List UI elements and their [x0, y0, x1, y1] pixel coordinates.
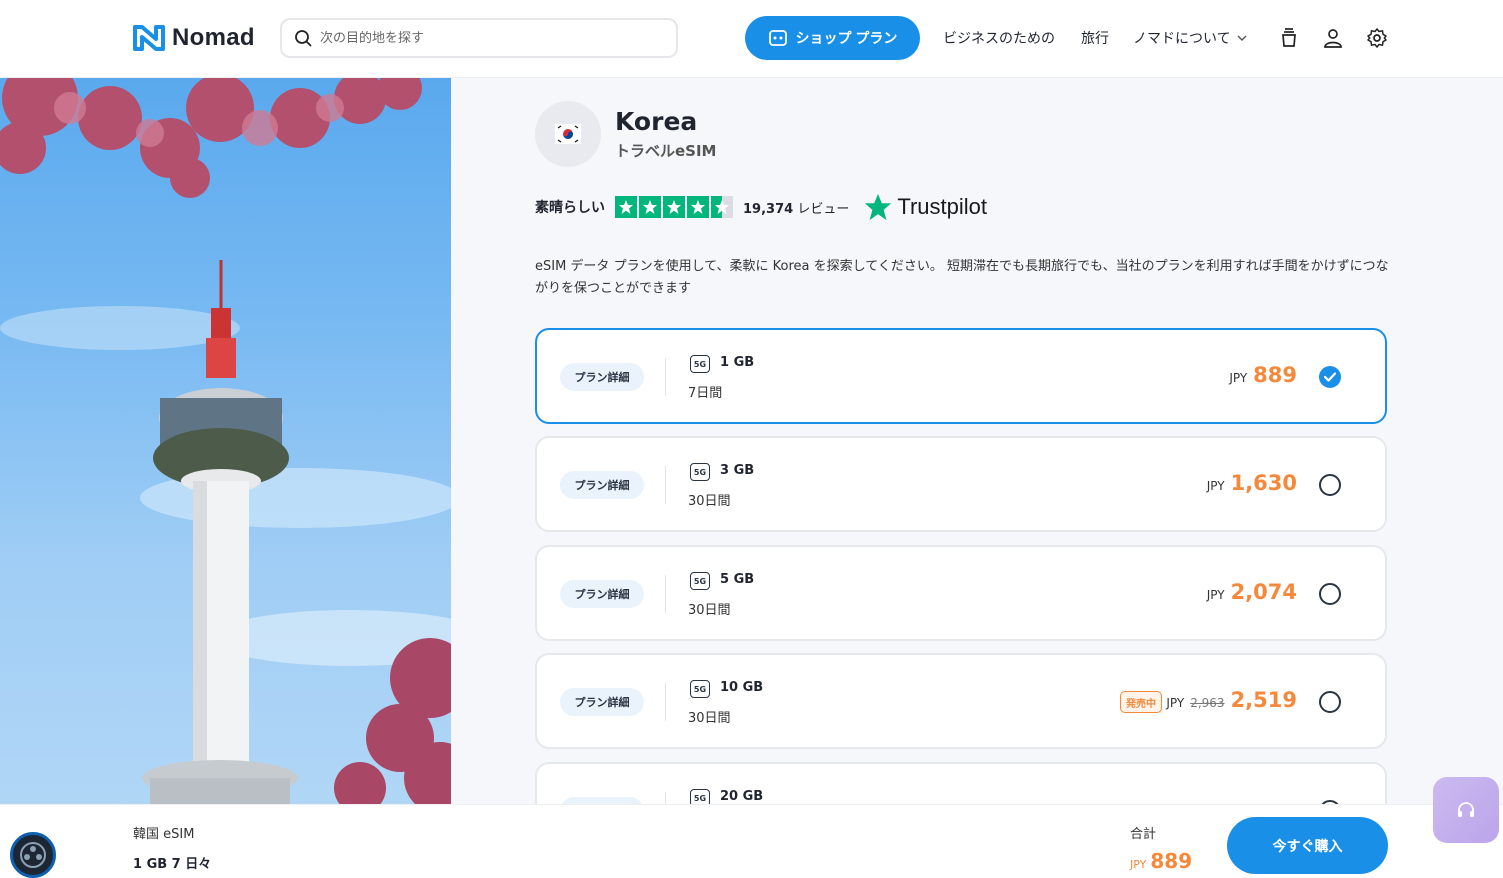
total-currency: JPY: [1130, 858, 1147, 871]
price-value: 1,630: [1230, 471, 1297, 495]
country-description: eSIM データ プランを使用して、柔軟に Korea を探索してください。 短…: [535, 259, 1389, 296]
plan-radio-checked[interactable]: [1319, 366, 1341, 388]
price-value: 2,074: [1230, 580, 1297, 604]
chevron-down-icon: [1237, 35, 1247, 41]
plan-data-amount: 1 GB: [720, 355, 755, 370]
plan-card-1gb[interactable]: プラン詳細 5G 1 GB 7日間 JPY 889: [535, 328, 1387, 424]
plan-radio[interactable]: [1319, 583, 1341, 605]
nomad-logo-icon: [133, 25, 165, 51]
plan-price: JPY 889: [1229, 363, 1297, 387]
plan-details-button[interactable]: プラン詳細: [560, 471, 644, 499]
headset-icon: [1458, 802, 1474, 817]
half-star-icon: [711, 196, 733, 218]
plan-radio[interactable]: [1319, 474, 1341, 496]
total-label: 合計: [1130, 827, 1157, 842]
seoul-tower-illustration: [0, 78, 451, 814]
trustpilot-star-icon: [865, 193, 892, 221]
nav-travel[interactable]: 旅行: [1081, 28, 1109, 48]
trustpilot-rating[interactable]: 素晴らしい 19,374 レビュー Trustpilot: [535, 192, 987, 222]
plan-validity: 30日間: [688, 494, 731, 509]
divider: [665, 575, 666, 613]
review-count-suffix: レビュー: [797, 201, 850, 217]
top-header: Nomad ショップ プラン ビジネスのための 旅行 ノマドについて: [0, 0, 1503, 78]
country-name: Korea: [615, 107, 698, 136]
search-icon: [295, 30, 312, 47]
plan-data-amount: 10 GB: [720, 680, 764, 695]
plan-radio[interactable]: [1319, 691, 1341, 713]
plan-card-3gb[interactable]: プラン詳細 5G 3 GB 30日間 JPY 1,630: [535, 436, 1387, 532]
account-icon[interactable]: [1321, 26, 1345, 50]
star-icon: [687, 196, 709, 218]
5g-icon: 5G: [690, 680, 710, 698]
plan-price: JPY 1,630: [1207, 471, 1297, 495]
review-count: 19,374 レビュー: [743, 198, 849, 217]
divider: [665, 683, 666, 721]
buy-now-button[interactable]: 今すぐ購入: [1227, 817, 1388, 874]
plan-validity: 7日間: [688, 386, 723, 401]
cart-icon[interactable]: [1277, 26, 1301, 50]
star-icon: [615, 196, 637, 218]
currency: JPY: [1206, 588, 1225, 602]
selected-plan-summary: 1 GB 7 日々: [133, 857, 212, 872]
rating-stars: [615, 196, 733, 218]
trustpilot-name: Trustpilot: [897, 194, 987, 219]
star-icon: [663, 196, 685, 218]
support-chat-button[interactable]: [1433, 777, 1499, 843]
5g-icon: 5G: [690, 572, 710, 590]
korea-flag-icon: [535, 101, 601, 167]
nav-about[interactable]: ノマドについて: [1133, 28, 1247, 48]
divider: [665, 358, 666, 396]
plan-price: JPY 2,074: [1207, 580, 1297, 604]
esim-chip-icon: [10, 832, 56, 878]
shop-plans-label: ショップ プラン: [795, 30, 898, 46]
plan-price: JPY 2,963 2,519: [1166, 688, 1297, 712]
plan-details-button[interactable]: プラン詳細: [560, 363, 644, 391]
checkout-bar: 韓国 eSIM 1 GB 7 日々 合計 JPY 889 今すぐ購入: [0, 804, 1503, 878]
price-value: 2,519: [1230, 688, 1297, 712]
plan-data-amount: 5 GB: [720, 572, 755, 587]
currency: JPY: [1206, 479, 1225, 493]
country-subtitle: トラベルeSIM: [615, 142, 717, 160]
nomad-logo[interactable]: Nomad: [132, 23, 255, 53]
checkmark-icon: [1324, 372, 1336, 382]
plan-validity: 30日間: [688, 603, 731, 618]
plan-details-button[interactable]: プラン詳細: [560, 688, 644, 716]
search-box[interactable]: [280, 18, 678, 58]
price-value: 889: [1253, 363, 1297, 387]
5g-icon: 5G: [690, 463, 710, 481]
store-icon: [768, 30, 787, 46]
star-icon: [639, 196, 661, 218]
currency: JPY: [1229, 371, 1248, 385]
currency: JPY: [1166, 696, 1185, 710]
plan-data-amount: 3 GB: [720, 463, 755, 478]
plan-validity: 30日間: [688, 711, 731, 726]
selected-product-name: 韓国 eSIM: [133, 827, 195, 842]
plan-card-10gb[interactable]: プラン詳細 5G 10 GB 30日間 発売中 JPY 2,963 2,519: [535, 653, 1387, 749]
trustpilot-logo[interactable]: Trustpilot: [863, 192, 987, 222]
original-price: 2,963: [1190, 696, 1225, 710]
plan-details-button[interactable]: プラン詳細: [560, 580, 644, 608]
plan-card-5gb[interactable]: プラン詳細 5G 5 GB 30日間 JPY 2,074: [535, 545, 1387, 641]
destination-hero-image: [0, 78, 451, 878]
brand-name: Nomad: [172, 24, 255, 51]
review-count-number: 19,374: [743, 201, 794, 217]
settings-gear-icon[interactable]: [1365, 26, 1389, 50]
plan-data-amount: 20 GB: [720, 789, 764, 804]
country-header: Korea トラベルeSIM: [535, 101, 717, 167]
sale-badge: 発売中: [1120, 691, 1162, 713]
5g-icon: 5G: [690, 355, 710, 373]
divider: [665, 466, 666, 504]
rating-word: 素晴らしい: [535, 200, 605, 216]
shop-plans-button[interactable]: ショップ プラン: [745, 16, 920, 60]
total-price-value: 889: [1150, 849, 1193, 873]
nav-about-label: ノマドについて: [1133, 31, 1231, 47]
search-input[interactable]: [320, 30, 650, 46]
nav-business[interactable]: ビジネスのための: [943, 28, 1055, 48]
total-price: JPY 889: [1130, 849, 1192, 873]
